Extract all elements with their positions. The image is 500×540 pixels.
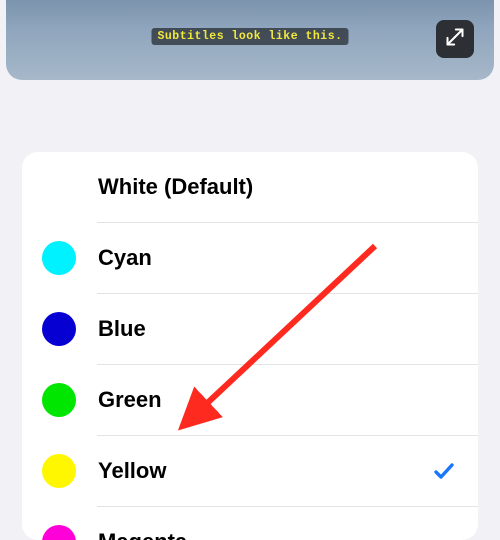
color-swatch <box>42 454 76 488</box>
color-option-label: Green <box>98 387 456 413</box>
checkmark-icon <box>432 459 456 483</box>
color-option-yellow[interactable]: Yellow <box>22 436 478 506</box>
color-option-magenta[interactable]: Magenta <box>22 507 478 540</box>
color-swatch <box>42 525 76 540</box>
color-swatch <box>42 241 76 275</box>
subtitle-sample-text: Subtitles look like this. <box>151 28 348 45</box>
color-option-cyan[interactable]: Cyan <box>22 223 478 293</box>
color-option-label: Yellow <box>98 458 432 484</box>
color-swatch <box>42 312 76 346</box>
color-option-green[interactable]: Green <box>22 365 478 435</box>
color-option-label: Cyan <box>98 245 456 271</box>
color-option-label: Magenta <box>98 529 456 540</box>
color-option-white[interactable]: White (Default) <box>22 152 478 222</box>
color-swatch-none <box>42 170 76 204</box>
expand-icon <box>445 27 465 52</box>
color-option-label: White (Default) <box>98 174 456 200</box>
color-options-list: White (Default) Cyan Blue Green Yellow Magent… <box>22 152 478 540</box>
color-swatch <box>42 383 76 417</box>
subtitle-preview: Subtitles look like this. <box>6 0 494 80</box>
color-option-blue[interactable]: Blue <box>22 294 478 364</box>
color-option-label: Blue <box>98 316 456 342</box>
fullscreen-button[interactable] <box>436 20 474 58</box>
